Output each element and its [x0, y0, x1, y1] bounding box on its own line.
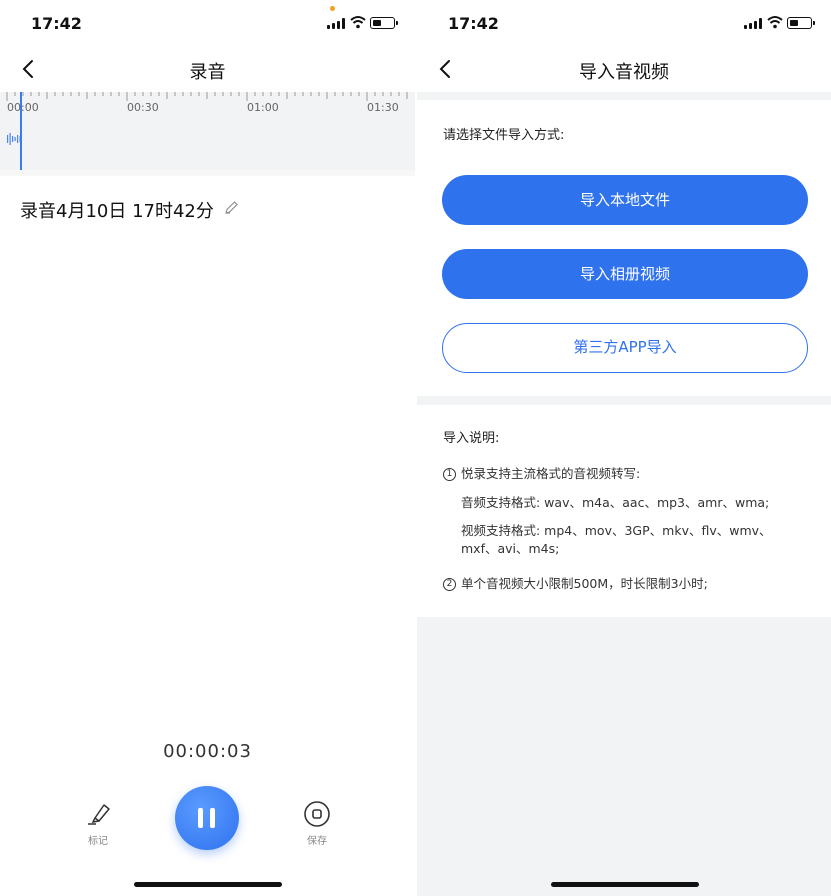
import-instructions-title: 导入说明: [443, 431, 500, 446]
audio-formats: 音频支持格式: wav、m4a、aac、mp3、amr、wma; [461, 495, 770, 510]
mic-in-use-indicator [330, 6, 335, 11]
status-time: 17:42 [31, 14, 82, 33]
recording-screen: 17:42 录音 00:00 00:30 01:00 01:30 录音4月10日… [0, 0, 415, 896]
third-party-app-import-button[interactable]: 第三方APP导入 [442, 323, 808, 373]
page-title: 导入音视频 [579, 62, 669, 83]
home-indicator [551, 882, 699, 887]
nav-bar: 录音 [0, 50, 415, 90]
import-screen: 17:42 导入音视频 请选择文件导入方式: 导入本地文件 导入相册视频 第三方… [417, 0, 831, 896]
recording-name: 录音4月10日 17时42分 [20, 201, 214, 222]
tick-label: 00:00 [7, 101, 39, 114]
section-divider [417, 92, 831, 100]
instruction-item: 悦录支持主流格式的音视频转写: [461, 466, 641, 481]
edit-pencil-icon[interactable] [224, 200, 239, 215]
mark-button[interactable]: 标记 [80, 800, 116, 847]
video-formats-continued: mxf、avi、m4s; [461, 541, 560, 556]
wifi-icon [350, 16, 366, 29]
import-album-video-button[interactable]: 导入相册视频 [442, 249, 808, 299]
home-indicator [134, 882, 282, 887]
playhead[interactable] [20, 92, 22, 170]
save-label: 保存 [307, 836, 327, 847]
tick-label: 00:30 [127, 101, 159, 114]
wifi-icon [767, 16, 783, 29]
recording-timeline[interactable]: 00:00 00:30 01:00 01:30 [0, 92, 415, 170]
divider [0, 170, 415, 176]
choose-method-label: 请选择文件导入方式: [443, 128, 565, 143]
instruction-item: 单个音视频大小限制500M，时长限制3小时; [461, 576, 708, 591]
signal-icon [744, 18, 762, 29]
pause-icon [210, 808, 215, 828]
waveform [7, 133, 21, 145]
tick-label: 01:00 [247, 101, 279, 114]
battery-icon [370, 17, 398, 29]
video-formats: 视频支持格式: mp4、mov、3GP、mkv、flv、wmv、 [461, 523, 772, 538]
empty-background [417, 617, 831, 896]
elapsed-time: 00:00:03 [163, 741, 252, 762]
status-bar: 17:42 [0, 0, 415, 46]
pause-button[interactable] [175, 786, 239, 850]
status-time: 17:42 [448, 14, 499, 33]
page-title: 录音 [189, 62, 226, 83]
status-bar: 17:42 [417, 0, 831, 46]
section-divider [417, 396, 831, 405]
stop-circle-icon [304, 801, 330, 827]
timeline-ruler [6, 92, 408, 101]
number-badge: 1 [443, 468, 456, 481]
save-button[interactable]: 保存 [298, 800, 336, 847]
mark-label: 标记 [88, 836, 108, 847]
nav-bar: 导入音视频 [417, 50, 831, 90]
import-local-file-button[interactable]: 导入本地文件 [442, 175, 808, 225]
battery-icon [787, 17, 815, 29]
tick-label: 01:30 [367, 101, 399, 114]
signal-icon [327, 18, 345, 29]
highlighter-icon [88, 804, 110, 825]
pause-icon [198, 808, 203, 828]
number-badge: 2 [443, 578, 456, 591]
